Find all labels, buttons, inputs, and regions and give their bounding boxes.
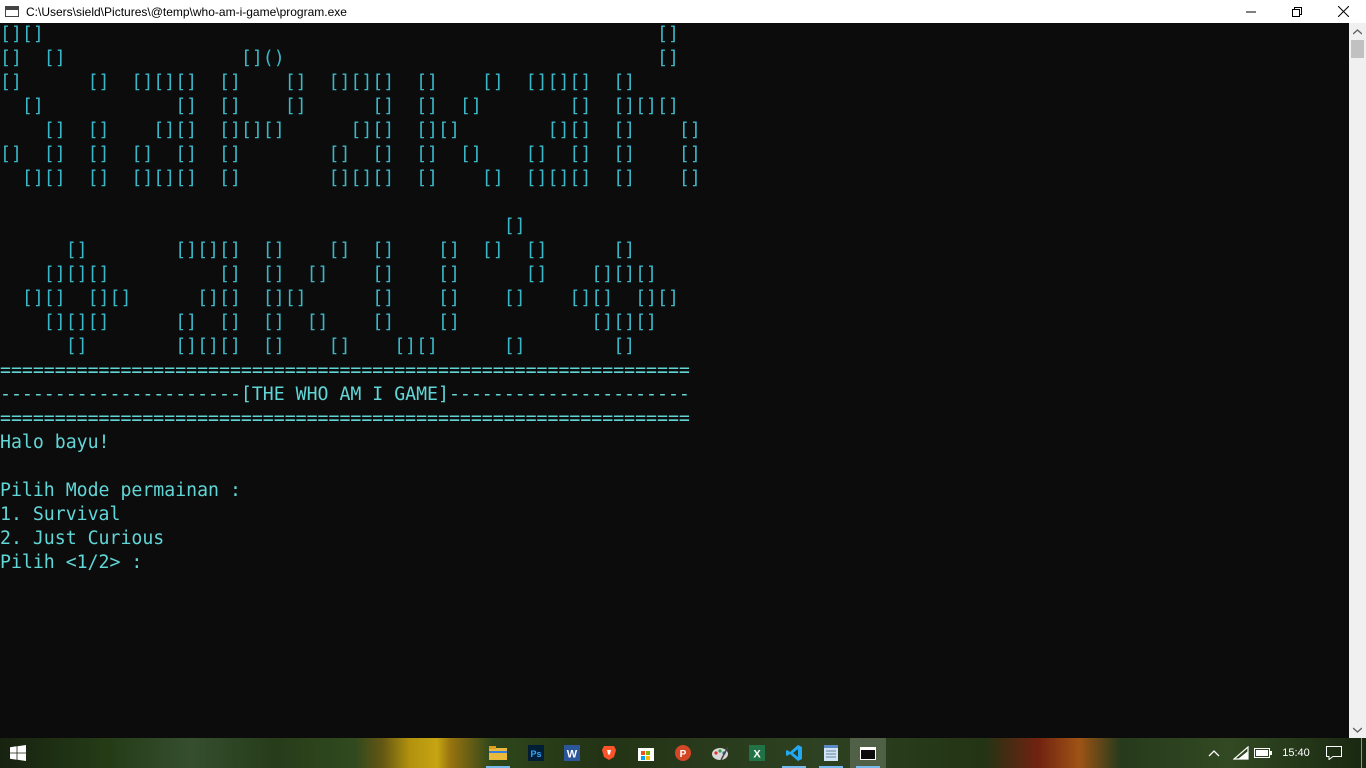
start-button[interactable] xyxy=(0,738,36,768)
restore-button[interactable] xyxy=(1274,0,1320,23)
word-icon: W xyxy=(564,745,580,761)
powerpoint-icon: P xyxy=(675,745,691,761)
battery-icon xyxy=(1254,748,1272,758)
scroll-thumb[interactable] xyxy=(1351,40,1364,58)
close-icon xyxy=(1337,6,1349,17)
svg-text:P: P xyxy=(680,749,687,760)
svg-text:Ps: Ps xyxy=(530,749,541,759)
art-line: [] [] [][] [][][] [][] [][] [][] [] [] xyxy=(0,120,701,141)
restore-icon xyxy=(1292,6,1302,17)
scroll-up-button[interactable] xyxy=(1349,23,1366,40)
show-desktop-button[interactable] xyxy=(1361,738,1366,768)
tray-overflow-button[interactable] xyxy=(1204,738,1224,768)
choice-prompt: Pilih <1/2> : xyxy=(0,552,143,573)
chevron-up-icon xyxy=(1208,750,1220,757)
taskbar-vscode[interactable] xyxy=(776,738,812,768)
art-line: [][] [] xyxy=(0,24,679,45)
svg-text:W: W xyxy=(567,749,578,761)
art-line: [] [][][] [] [] [][] [] [] xyxy=(0,336,636,357)
window-title: C:\Users\sield\Pictures\@temp\who-am-i-g… xyxy=(26,4,347,19)
art-line: [][][] [] [] [] [] [] [] [][][] xyxy=(0,312,657,333)
taskbar-notepad[interactable] xyxy=(813,738,849,768)
minimize-button[interactable] xyxy=(1228,0,1274,23)
art-line: [] [] [] [] [] [] [] [] [][][] xyxy=(0,96,679,117)
art-line: [][] [][] [][] [][] [] [] [] [][] [][] xyxy=(0,288,679,309)
taskbar-excel[interactable]: X xyxy=(739,738,775,768)
chevron-down-icon xyxy=(1353,726,1362,733)
action-center-button[interactable] xyxy=(1322,738,1346,768)
separator-top: ========================================… xyxy=(0,360,690,381)
taskbar-file-explorer[interactable] xyxy=(480,738,516,768)
paint-icon xyxy=(712,746,729,761)
scroll-down-button[interactable] xyxy=(1349,721,1366,738)
chevron-up-icon xyxy=(1353,28,1362,35)
game-text: ========================================… xyxy=(0,359,1349,575)
art-line: [][] [] [][][] [] [][][] [] [] [][][] []… xyxy=(0,168,701,189)
minimize-icon xyxy=(1246,11,1256,12)
option-just-curious: 2. Just Curious xyxy=(0,528,165,549)
console-app-icon xyxy=(5,6,19,17)
taskbar-store[interactable] xyxy=(628,738,664,768)
microsoft-store-icon xyxy=(638,748,654,761)
tray-battery[interactable] xyxy=(1252,738,1274,768)
taskbar: Ps W P X 15:40 xyxy=(0,738,1366,768)
windows-start-icon xyxy=(10,745,26,761)
excel-icon: X xyxy=(749,745,765,761)
taskbar-word[interactable]: W xyxy=(554,738,590,768)
brave-browser-icon xyxy=(602,746,616,760)
taskbar-paint[interactable] xyxy=(702,738,738,768)
game-title-line: ----------------------[THE WHO AM I GAME… xyxy=(0,384,690,405)
taskbar-clock[interactable]: 15:40 xyxy=(1274,738,1318,768)
art-line: [][][] [] [] [] [] [] [] [][][] xyxy=(0,264,657,285)
taskbar-photoshop[interactable]: Ps xyxy=(518,738,554,768)
art-line: [] [] [][][] [] [] [][][] [] [] [][][] [… xyxy=(0,72,636,93)
option-survival: 1. Survival xyxy=(0,504,121,525)
tray-network[interactable] xyxy=(1230,738,1252,768)
greeting-text: Halo bayu! xyxy=(0,432,110,453)
wifi-icon xyxy=(1233,746,1249,760)
notepad-icon xyxy=(824,745,838,761)
art-line: [] [] []() [] xyxy=(0,48,679,69)
taskbar-console[interactable] xyxy=(850,738,886,768)
separator-bottom: ========================================… xyxy=(0,408,690,429)
file-explorer-icon xyxy=(489,746,507,760)
window-titlebar[interactable]: C:\Users\sield\Pictures\@temp\who-am-i-g… xyxy=(0,0,1366,23)
taskbar-powerpoint[interactable]: P xyxy=(665,738,701,768)
ascii-art-banner: [][] [] [] [] []() [] [] [] [][][] [] []… xyxy=(0,23,1349,359)
art-line: [] [] [] [] [] [] [] [] [] [] [] [] [] [… xyxy=(0,144,701,165)
art-line: [] [][][] [] [] [] [] [] [] [] xyxy=(0,240,636,261)
console-window-icon xyxy=(860,746,876,760)
notification-icon xyxy=(1326,746,1342,760)
photoshop-icon: Ps xyxy=(528,745,544,761)
svg-text:X: X xyxy=(753,749,761,761)
menu-prompt: Pilih Mode permainan : xyxy=(0,480,241,501)
close-button[interactable] xyxy=(1320,0,1366,23)
taskbar-brave[interactable] xyxy=(591,738,627,768)
vscode-icon xyxy=(786,745,802,761)
console-output[interactable]: [][] [] [] [] []() [] [] [] [][][] [] []… xyxy=(0,23,1349,738)
art-line: [] xyxy=(0,216,526,237)
vertical-scrollbar[interactable] xyxy=(1349,23,1366,738)
